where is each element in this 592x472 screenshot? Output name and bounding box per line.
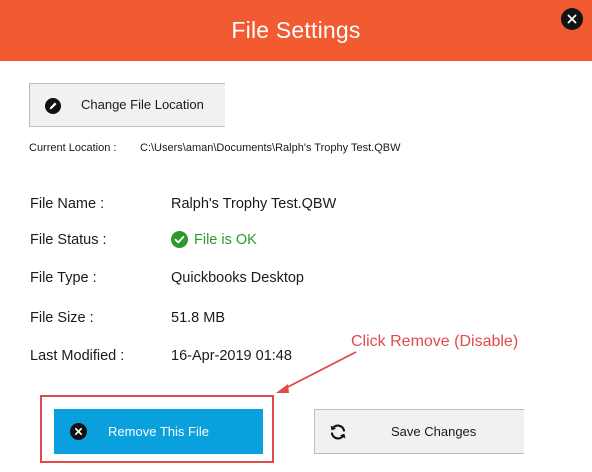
change-file-location-button[interactable]: Change File Location (29, 83, 225, 127)
remove-file-button[interactable]: Remove This File (54, 409, 263, 454)
change-file-location-label: Change File Location (81, 97, 204, 112)
current-location-value: C:\Users\aman\Documents\Ralph's Trophy T… (140, 142, 401, 154)
file-name-label: File Name : (30, 196, 105, 212)
file-name-value: Ralph's Trophy Test.QBW (171, 196, 337, 212)
remove-file-label: Remove This File (108, 424, 209, 439)
close-button[interactable] (561, 8, 583, 30)
last-modified-label: Last Modified : (30, 348, 125, 364)
refresh-icon (330, 424, 346, 440)
pencil-icon (45, 98, 61, 114)
annotation-text: Click Remove (Disable) (351, 333, 519, 350)
check-circle-icon (171, 231, 188, 248)
file-size-label: File Size : (30, 310, 94, 326)
file-type-label: File Type : (30, 270, 97, 286)
file-status: File is OK (171, 231, 257, 248)
close-icon (567, 14, 577, 24)
save-changes-label: Save Changes (391, 424, 477, 439)
file-status-label: File Status : (30, 232, 107, 248)
dialog-title: File Settings (231, 17, 361, 43)
file-status-value: File is OK (194, 231, 257, 248)
annotation-arrow (276, 351, 357, 393)
save-changes-button[interactable]: Save Changes (314, 409, 524, 454)
file-type-value: Quickbooks Desktop (171, 270, 304, 286)
current-location-label: Current Location : (29, 142, 117, 154)
file-size-value: 51.8 MB (171, 310, 225, 326)
